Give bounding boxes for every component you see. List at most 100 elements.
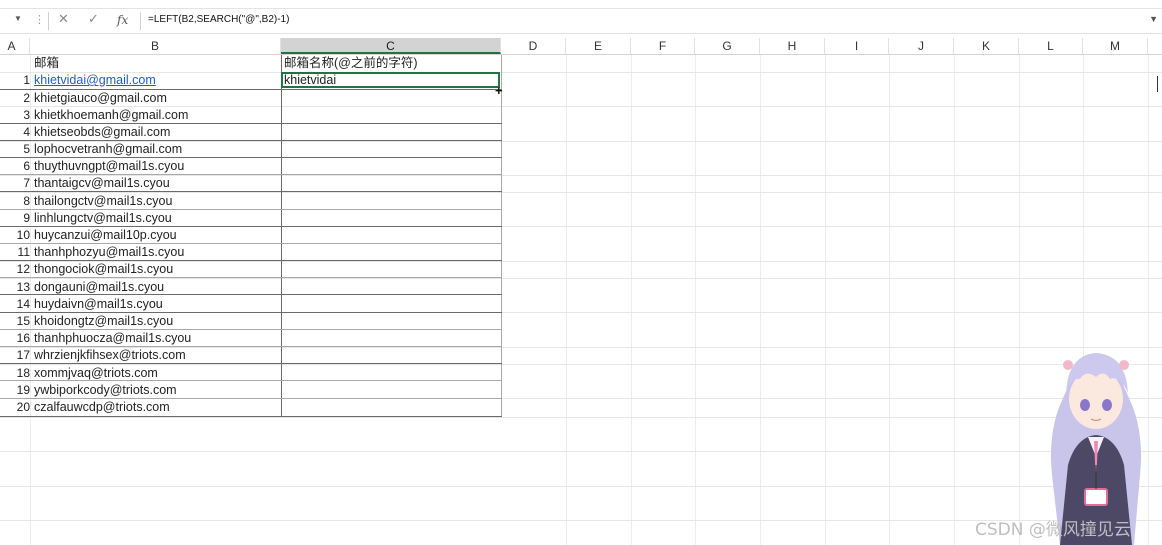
divider (140, 12, 141, 30)
gridline (760, 55, 761, 545)
gridline (0, 451, 1162, 452)
fill-handle-icon[interactable]: + (495, 83, 503, 98)
table-row: 2 khietgiauco@gmail.com (0, 90, 502, 107)
insert-function-icon[interactable]: fx (117, 13, 128, 33)
email-cell[interactable]: thantaigcv@mail1s.cyou (34, 175, 170, 192)
row-number[interactable]: 8 (0, 193, 30, 210)
email-cell[interactable]: thanhphozyu@mail1s.cyou (34, 244, 184, 261)
column-header-k[interactable]: K (954, 38, 1019, 54)
column-header-j[interactable]: J (889, 38, 954, 54)
name-box[interactable]: ▼ (0, 9, 26, 33)
email-cell[interactable]: linhlungctv@mail1s.cyou (34, 210, 172, 227)
email-cell[interactable]: huydaivn@mail1s.cyou (34, 296, 163, 313)
table-row: 10 huycanzui@mail10p.cyou (0, 227, 502, 244)
column-header-g[interactable]: G (695, 38, 760, 54)
table-row: 13 dongauni@mail1s.cyou (0, 279, 502, 296)
gridline (954, 55, 955, 545)
header-cell-email[interactable]: 邮箱 (34, 55, 59, 72)
email-cell[interactable]: khietkhoemanh@gmail.com (34, 107, 188, 124)
email-cell[interactable]: thongociok@mail1s.cyou (34, 261, 173, 278)
spreadsheet-app: ▼ ⋮ ✕ ✓ fx =LEFT(B2,SEARCH("@",B2)-1) ▼ … (0, 0, 1162, 545)
row-number[interactable]: 10 (0, 227, 30, 244)
active-cell-c2[interactable] (281, 72, 500, 88)
table-row: 9 linhlungctv@mail1s.cyou (0, 210, 502, 227)
row-number[interactable]: 16 (0, 330, 30, 347)
table-row: 4 khietseobds@gmail.com (0, 124, 502, 141)
row-number[interactable]: 20 (0, 399, 30, 416)
row-number[interactable]: 9 (0, 210, 30, 227)
table-row: 17 whrzienjkfihsex@triots.com (0, 347, 502, 364)
table-row: 11 thanhphozyu@mail1s.cyou (0, 244, 502, 261)
table-row: 6 thuythuvngpt@mail1s.cyou (0, 158, 502, 175)
table-row: 15 khoidongtz@mail1s.cyou (0, 313, 502, 330)
column-header-i[interactable]: I (825, 38, 889, 54)
row-number[interactable]: 1 (0, 72, 30, 89)
divider (48, 12, 49, 30)
column-header-a[interactable]: A (0, 38, 30, 54)
formula-bar: ▼ ⋮ ✕ ✓ fx =LEFT(B2,SEARCH("@",B2)-1) ▼ (0, 8, 1162, 34)
gridline (631, 55, 632, 545)
table-row: 5 lophocvetranh@gmail.com (0, 141, 502, 158)
table-row: 18 xommjvaq@triots.com (0, 365, 502, 382)
header-cell-email-name[interactable]: 邮箱名称(@之前的字符) (284, 55, 418, 72)
row-number[interactable]: 4 (0, 124, 30, 141)
email-cell[interactable]: khietseobds@gmail.com (34, 124, 170, 141)
header-row: 邮箱 邮箱名称(@之前的字符) (0, 55, 502, 72)
row-number[interactable]: 3 (0, 107, 30, 124)
gridline (0, 486, 1162, 487)
anime-character-mascot (1051, 353, 1141, 545)
table-row: 19 ywbiporkcody@triots.com (0, 382, 502, 399)
email-cell[interactable]: khietgiauco@gmail.com (34, 90, 167, 107)
column-header-h[interactable]: H (760, 38, 825, 54)
email-cell[interactable]: xommjvaq@triots.com (34, 365, 158, 382)
gridline (0, 417, 1162, 418)
column-header-e[interactable]: E (566, 38, 631, 54)
row-number[interactable]: 17 (0, 347, 30, 364)
email-cell[interactable]: khoidongtz@mail1s.cyou (34, 313, 173, 330)
column-header-m[interactable]: M (1083, 38, 1148, 54)
row-number[interactable]: 7 (0, 175, 30, 192)
table-row: 12 thongociok@mail1s.cyou (0, 261, 502, 278)
table-row: 16 thanhphuocza@mail1s.cyou (0, 330, 502, 347)
gridline (695, 55, 696, 545)
table-row: 3 khietkhoemanh@gmail.com (0, 107, 502, 124)
email-cell[interactable]: thanhphuocza@mail1s.cyou (34, 330, 191, 347)
row-number[interactable]: 19 (0, 382, 30, 399)
table-row: 7 thantaigcv@mail1s.cyou (0, 175, 502, 192)
row-number[interactable]: 18 (0, 365, 30, 382)
row-number[interactable]: 13 (0, 279, 30, 296)
column-header-l[interactable]: L (1019, 38, 1083, 54)
watermark: CSDN @微风撞见云 (975, 520, 1131, 540)
email-cell[interactable]: thuythuvngpt@mail1s.cyou (34, 158, 184, 175)
email-cell[interactable]: khietvidai@gmail.com (34, 72, 156, 89)
chevron-down-icon[interactable]: ▼ (14, 14, 22, 23)
row-number[interactable]: 14 (0, 296, 30, 313)
email-cell[interactable]: dongauni@mail1s.cyou (34, 279, 164, 296)
email-cell[interactable]: ywbiporkcody@triots.com (34, 382, 177, 399)
email-cell[interactable]: lophocvetranh@gmail.com (34, 141, 182, 158)
cancel-icon[interactable]: ✕ (58, 11, 69, 31)
row-number[interactable]: 12 (0, 261, 30, 278)
row-number[interactable]: 15 (0, 313, 30, 330)
check-icon[interactable]: ✓ (88, 11, 99, 31)
column-header-d[interactable]: D (501, 38, 566, 54)
row-number[interactable]: 11 (0, 244, 30, 261)
row-number[interactable]: 6 (0, 158, 30, 175)
table-row: 14 huydaivn@mail1s.cyou (0, 296, 502, 313)
email-cell[interactable]: huycanzui@mail10p.cyou (34, 227, 177, 244)
formula-input[interactable]: =LEFT(B2,SEARCH("@",B2)-1) (148, 14, 289, 25)
email-cell[interactable]: whrzienjkfihsex@triots.com (34, 347, 186, 364)
column-header-f[interactable]: F (631, 38, 695, 54)
drag-handle-icon[interactable]: ⋮ (34, 13, 45, 26)
row-number[interactable]: 5 (0, 141, 30, 158)
gridline (566, 55, 567, 545)
row-number[interactable]: 2 (0, 90, 30, 107)
cell-grid[interactable]: 邮箱 邮箱名称(@之前的字符) 1 khietvidai@gmail.com k… (0, 55, 1162, 545)
table-row: 20 czalfauwcdp@triots.com (0, 399, 502, 416)
expand-formula-icon[interactable]: ▼ (1149, 14, 1158, 24)
column-headers: A B C D E F G H I J K L M (0, 38, 1162, 92)
email-cell[interactable]: czalfauwcdp@triots.com (34, 399, 170, 416)
email-cell[interactable]: thailongctv@mail1s.cyou (34, 193, 172, 210)
column-header-b[interactable]: B (30, 38, 281, 54)
column-header-c[interactable]: C (281, 38, 501, 54)
